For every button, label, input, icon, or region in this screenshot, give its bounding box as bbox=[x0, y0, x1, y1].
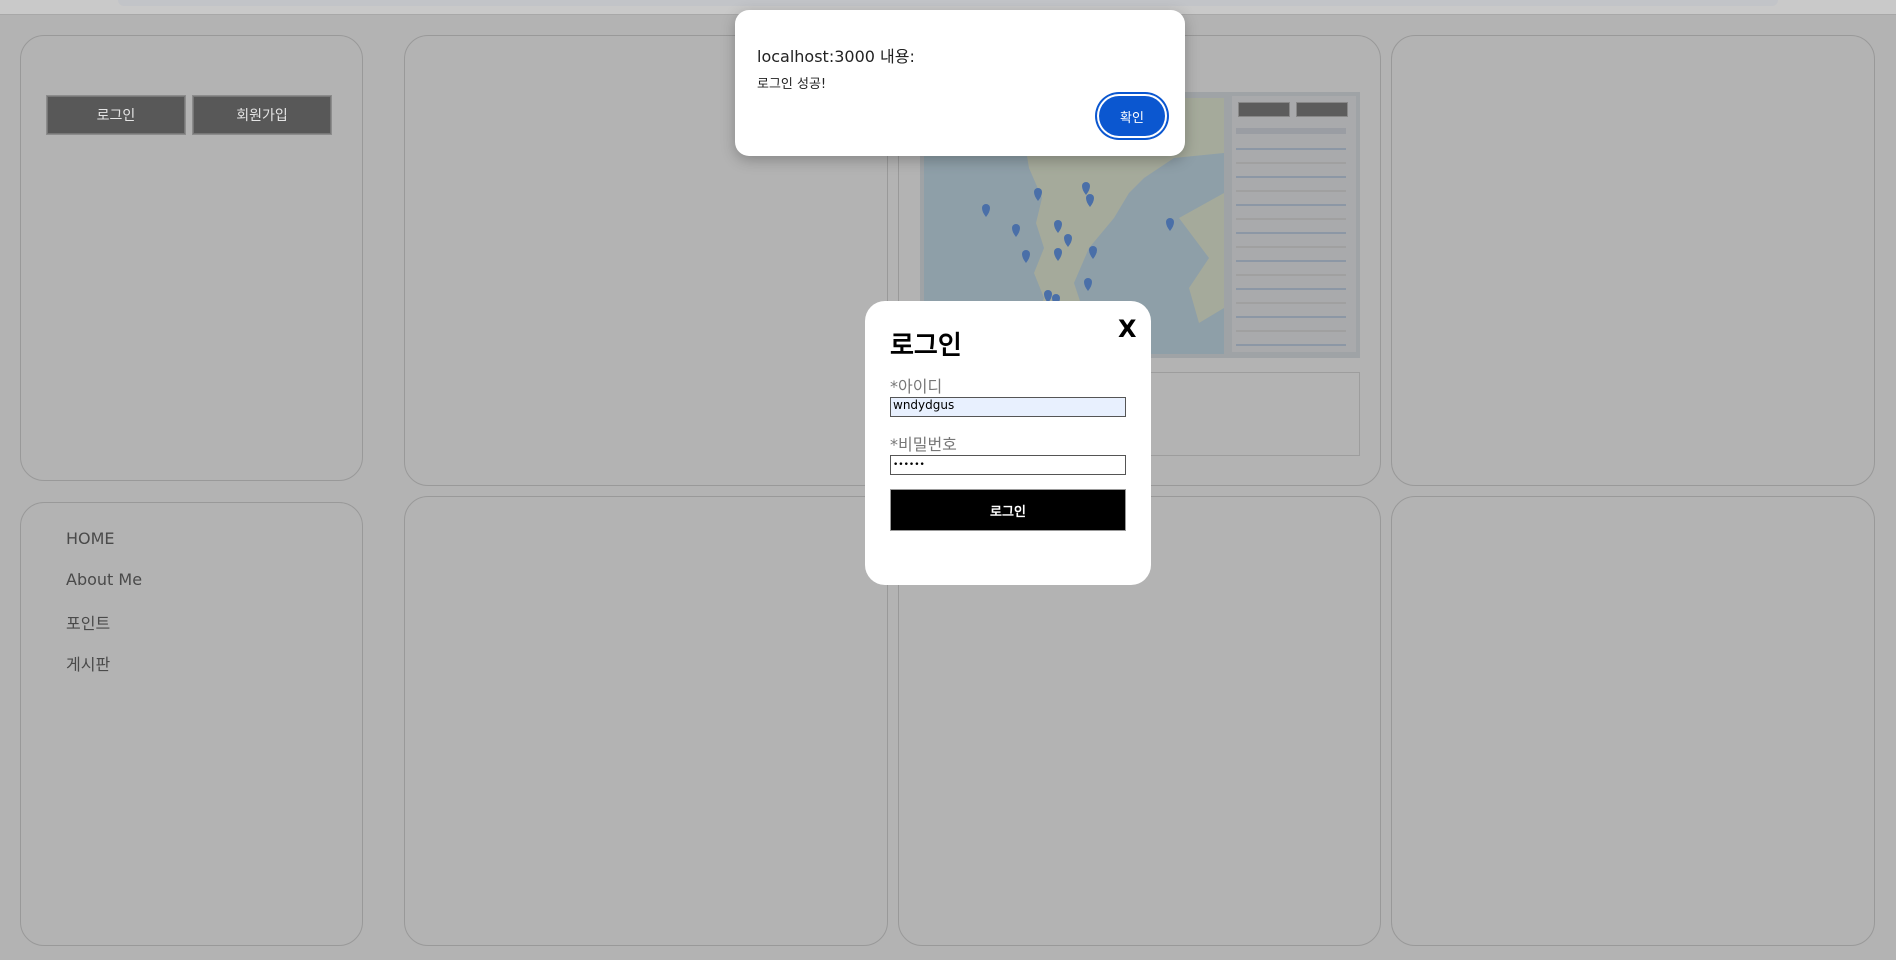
content-card bbox=[1391, 496, 1875, 946]
browser-alert-dialog: localhost:3000 내용: 로그인 성공! 확인 bbox=[735, 10, 1185, 156]
id-label: *아이디 bbox=[890, 377, 943, 396]
modal-title: 로그인 bbox=[890, 331, 962, 361]
thumb-row bbox=[1236, 218, 1346, 220]
thumb-row bbox=[1236, 288, 1346, 290]
login-submit-button[interactable]: 로그인 bbox=[890, 489, 1126, 531]
thumb-row bbox=[1236, 330, 1346, 332]
thumb-button bbox=[1296, 102, 1348, 117]
auth-panel: 로그인 회원가입 bbox=[20, 35, 363, 481]
password-label: *비밀번호 bbox=[890, 435, 957, 454]
alert-ok-button[interactable]: 확인 bbox=[1099, 96, 1165, 136]
nav-panel: HOME About Me 포인트 게시판 bbox=[20, 502, 363, 946]
thumb-button bbox=[1238, 102, 1290, 117]
signup-button[interactable]: 회원가입 bbox=[192, 95, 332, 135]
content-card bbox=[1391, 35, 1875, 486]
nav-item-home[interactable]: HOME bbox=[66, 529, 115, 548]
thumb-row bbox=[1236, 176, 1346, 178]
thumb-row bbox=[1236, 148, 1346, 150]
password-field[interactable]: •••••• bbox=[890, 455, 1126, 475]
thumb-row bbox=[1236, 302, 1346, 304]
thumb-row bbox=[1236, 274, 1346, 276]
nav-item-points[interactable]: 포인트 bbox=[66, 610, 110, 634]
alert-message: 로그인 성공! bbox=[757, 77, 827, 92]
id-field[interactable]: wndydgus bbox=[890, 397, 1126, 417]
thumb-search-row bbox=[1236, 128, 1346, 134]
login-modal: X 로그인 *아이디 wndydgus *비밀번호 •••••• 로그인 bbox=[865, 301, 1151, 585]
thumb-row bbox=[1236, 316, 1346, 318]
address-bar[interactable] bbox=[118, 0, 1778, 6]
thumb-row bbox=[1236, 260, 1346, 262]
nav-item-about-me[interactable]: About Me bbox=[66, 570, 142, 589]
thumb-row bbox=[1236, 162, 1346, 164]
thumb-row bbox=[1236, 344, 1346, 346]
thumb-row bbox=[1236, 204, 1346, 206]
thumb-row bbox=[1236, 246, 1346, 248]
thumb-row bbox=[1236, 232, 1346, 234]
login-button[interactable]: 로그인 bbox=[46, 95, 186, 135]
close-icon[interactable]: X bbox=[1118, 315, 1137, 343]
store-list-thumbnail bbox=[1232, 96, 1356, 352]
alert-title: localhost:3000 내용: bbox=[757, 47, 915, 66]
content-card bbox=[404, 496, 888, 946]
thumb-row bbox=[1236, 190, 1346, 192]
nav-item-board[interactable]: 게시판 bbox=[66, 651, 110, 675]
